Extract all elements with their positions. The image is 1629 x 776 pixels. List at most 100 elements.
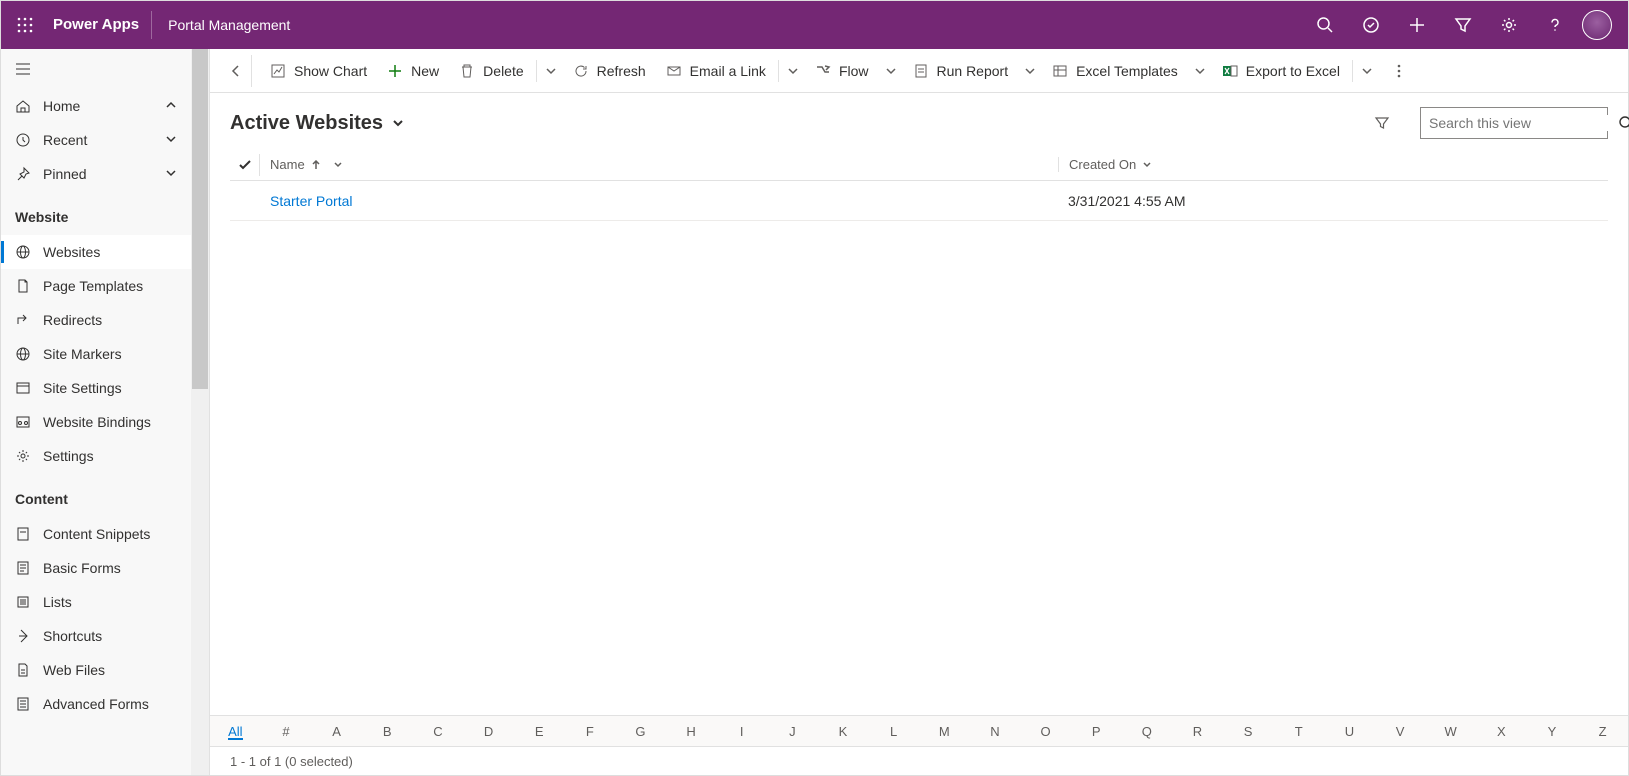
alpha-filter-w[interactable]: W [1425,724,1476,739]
cmd-label: Run Report [937,63,1009,79]
alpha-filter-i[interactable]: I [716,724,767,739]
app-name[interactable]: Power Apps [49,11,152,39]
sidebar-item-site-markers[interactable]: Site Markers [1,337,191,371]
sidebar-item-advanced-forms[interactable]: Advanced Forms [1,687,191,721]
avatar[interactable] [1582,10,1612,40]
select-all-checkbox[interactable] [230,154,260,176]
task-icon[interactable] [1348,1,1394,49]
sidebar-item-page-templates[interactable]: Page Templates [1,269,191,303]
alpha-filter-m[interactable]: M [919,724,970,739]
filter-icon[interactable] [1440,1,1486,49]
alpha-filter-e[interactable]: E [514,724,565,739]
sidebar-item-label: Shortcuts [43,628,102,644]
sidebar-item-website-bindings[interactable]: Website Bindings [1,405,191,439]
alpha-filter-r[interactable]: R [1172,724,1223,739]
record-link[interactable]: Starter Portal [270,193,352,209]
alpha-filter-o[interactable]: O [1020,724,1071,739]
sidebar-item-pinned[interactable]: Pinned [1,157,191,191]
new-button[interactable]: New [377,55,449,87]
alpha-filter-h[interactable]: H [666,724,717,739]
sidebar-group-website: Website [1,191,191,235]
run-report-dropdown[interactable] [1018,55,1042,87]
filter-button[interactable] [1364,107,1400,139]
alpha-filter-x[interactable]: X [1476,724,1527,739]
form-icon [15,560,31,576]
column-header-name[interactable]: Name [260,157,1058,172]
alpha-filter-n[interactable]: N [970,724,1021,739]
sidebar-scrollbar[interactable] [191,49,209,775]
add-icon[interactable] [1394,1,1440,49]
flow-button[interactable]: Flow [805,55,879,87]
alpha-filter-b[interactable]: B [362,724,413,739]
flow-dropdown[interactable] [879,55,903,87]
sidebar-item-websites[interactable]: Websites [1,235,191,269]
alpha-filter-g[interactable]: G [615,724,666,739]
alpha-filter-c[interactable]: C [413,724,464,739]
search-input[interactable] [1421,115,1618,131]
email-link-button[interactable]: Email a Link [656,55,776,87]
sidebar-item-settings[interactable]: Settings [1,439,191,473]
sidebar-item-shortcuts[interactable]: Shortcuts [1,619,191,653]
sidebar-item-label: Settings [43,448,94,464]
sidebar-toggle-button[interactable] [1,49,191,89]
alpha-filter-hash[interactable]: # [261,724,312,739]
sidebar-item-site-settings[interactable]: Site Settings [1,371,191,405]
alpha-filter-f[interactable]: F [564,724,615,739]
chevron-down-icon [333,160,343,170]
email-dropdown[interactable] [781,55,805,87]
cell-created-on: 3/31/2021 4:55 AM [1058,193,1608,209]
column-header-created-on[interactable]: Created On [1058,157,1608,172]
show-chart-button[interactable]: Show Chart [260,55,377,87]
delete-dropdown[interactable] [539,55,563,87]
sidebar-item-basic-forms[interactable]: Basic Forms [1,551,191,585]
excel-templates-button[interactable]: Excel Templates [1042,55,1188,87]
cmd-label: Email a Link [690,63,766,79]
cmd-label: Excel Templates [1076,63,1178,79]
search-icon[interactable] [1302,1,1348,49]
sidebar-group-content: Content [1,473,191,517]
sidebar-item-home[interactable]: Home [1,89,191,123]
alpha-filter-y[interactable]: Y [1527,724,1578,739]
alpha-filter-s[interactable]: S [1223,724,1274,739]
back-button[interactable] [220,55,252,87]
sidebar-item-recent[interactable]: Recent [1,123,191,157]
app-launcher-button[interactable] [1,1,49,49]
delete-button[interactable]: Delete [449,55,533,87]
alpha-filter-a[interactable]: A [311,724,362,739]
alpha-filter-j[interactable]: J [767,724,818,739]
view-title: Active Websites [230,112,383,135]
alpha-filter-k[interactable]: K [818,724,869,739]
sidebar-item-lists[interactable]: Lists [1,585,191,619]
refresh-button[interactable]: Refresh [563,55,656,87]
more-commands-button[interactable] [1383,55,1415,87]
export-excel-button[interactable]: Export to Excel [1212,55,1350,87]
chevron-down-icon [165,166,177,182]
alpha-filter-u[interactable]: U [1324,724,1375,739]
alpha-filter-q[interactable]: Q [1122,724,1173,739]
alpha-filter-l[interactable]: L [868,724,919,739]
excel-templates-dropdown[interactable] [1188,55,1212,87]
cmd-label: Export to Excel [1246,63,1340,79]
alpha-filter-all[interactable]: All [210,724,261,739]
sidebar-item-web-files[interactable]: Web Files [1,653,191,687]
search-box[interactable] [1420,107,1608,139]
sidebar-item-redirects[interactable]: Redirects [1,303,191,337]
search-icon[interactable] [1618,115,1629,131]
sidebar-item-label: Content Snippets [43,526,150,542]
alpha-filter-p[interactable]: P [1071,724,1122,739]
alpha-filter-v[interactable]: V [1375,724,1426,739]
sidebar-item-content-snippets[interactable]: Content Snippets [1,517,191,551]
table-row[interactable]: Starter Portal 3/31/2021 4:55 AM [230,181,1608,221]
alpha-filter-t[interactable]: T [1273,724,1324,739]
alpha-filter-z[interactable]: Z [1577,724,1628,739]
excel-templates-icon [1052,63,1068,79]
settings-icon[interactable] [1486,1,1532,49]
sidebar-item-label: Web Files [43,662,105,678]
alpha-filter-d[interactable]: D [463,724,514,739]
run-report-button[interactable]: Run Report [903,55,1019,87]
app-sub-name[interactable]: Portal Management [152,17,306,33]
view-selector[interactable]: Active Websites [230,112,405,135]
export-excel-dropdown[interactable] [1355,55,1379,87]
help-icon[interactable] [1532,1,1578,49]
column-label: Created On [1069,157,1136,172]
